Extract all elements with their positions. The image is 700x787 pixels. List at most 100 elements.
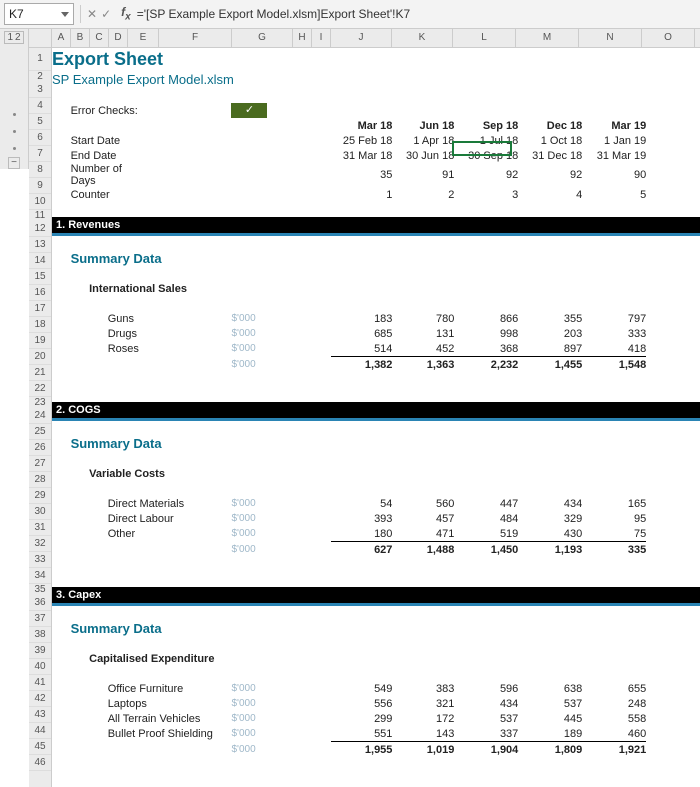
value-cell[interactable]: 95: [582, 511, 646, 526]
dropdown-icon[interactable]: [61, 12, 69, 17]
col-header[interactable]: O: [642, 29, 695, 47]
row-header[interactable]: 32: [29, 536, 51, 552]
value-cell[interactable]: 1,363: [392, 356, 454, 372]
row-header[interactable]: 24: [29, 408, 51, 424]
row-header[interactable]: 26: [29, 440, 51, 456]
value-cell[interactable]: 180: [331, 526, 393, 541]
row-header[interactable]: 25: [29, 424, 51, 440]
value-cell[interactable]: 418: [582, 341, 646, 356]
period-cell[interactable]: 4: [518, 187, 582, 202]
value-cell[interactable]: 75: [582, 526, 646, 541]
period-cell[interactable]: 5: [582, 187, 646, 202]
value-cell[interactable]: 519: [454, 526, 518, 541]
value-cell[interactable]: 143: [392, 726, 454, 741]
period-cell[interactable]: 25 Feb 18: [331, 133, 393, 148]
value-cell[interactable]: 537: [454, 711, 518, 726]
value-cell[interactable]: 131: [392, 326, 454, 341]
value-cell[interactable]: 333: [582, 326, 646, 341]
row-header[interactable]: 27: [29, 456, 51, 472]
formula-text[interactable]: ='[SP Example Export Model.xlsm]Export S…: [137, 7, 696, 21]
value-cell[interactable]: 430: [518, 526, 582, 541]
period-cell[interactable]: 31 Mar 18: [331, 148, 393, 163]
period-cell[interactable]: 91: [392, 163, 454, 187]
row-header[interactable]: 35: [29, 584, 51, 595]
row-header[interactable]: 9: [29, 178, 51, 194]
row-header[interactable]: 5: [29, 114, 51, 130]
period-cell[interactable]: Dec 18: [518, 118, 582, 133]
value-cell[interactable]: 452: [392, 341, 454, 356]
row-header[interactable]: 42: [29, 691, 51, 707]
row-header[interactable]: 11: [29, 210, 51, 221]
value-cell[interactable]: 203: [518, 326, 582, 341]
value-cell[interactable]: 484: [454, 511, 518, 526]
value-cell[interactable]: 1,921: [582, 741, 646, 757]
row-header[interactable]: 4: [29, 98, 51, 114]
value-cell[interactable]: 551: [331, 726, 393, 741]
period-cell[interactable]: 31 Mar 19: [582, 148, 646, 163]
row-header[interactable]: 6: [29, 130, 51, 146]
row-header[interactable]: 46: [29, 755, 51, 771]
value-cell[interactable]: 866: [454, 311, 518, 326]
row-header[interactable]: 18: [29, 317, 51, 333]
row-header[interactable]: 33: [29, 552, 51, 568]
period-cell[interactable]: 1: [331, 187, 393, 202]
row-header[interactable]: 37: [29, 611, 51, 627]
period-cell[interactable]: Sep 18: [454, 118, 518, 133]
col-header[interactable]: D: [109, 29, 128, 47]
row-header[interactable]: 28: [29, 472, 51, 488]
col-header[interactable]: N: [579, 29, 642, 47]
col-header[interactable]: F: [159, 29, 232, 47]
period-cell[interactable]: 1 Apr 18: [392, 133, 454, 148]
value-cell[interactable]: 299: [331, 711, 393, 726]
period-cell[interactable]: 92: [454, 163, 518, 187]
col-header[interactable]: K: [392, 29, 453, 47]
cells[interactable]: Export SheetSP Example Export Model.xlsm…: [52, 48, 700, 787]
period-cell[interactable]: Mar 19: [582, 118, 646, 133]
value-cell[interactable]: 54: [331, 496, 393, 511]
value-cell[interactable]: 434: [518, 496, 582, 511]
period-cell[interactable]: 1 Jul 18: [454, 133, 518, 148]
row-header[interactable]: 7: [29, 146, 51, 162]
row-header[interactable]: 30: [29, 504, 51, 520]
value-cell[interactable]: 1,193: [518, 541, 582, 557]
col-header[interactable]: G: [232, 29, 293, 47]
value-cell[interactable]: 335: [582, 541, 646, 557]
value-cell[interactable]: 549: [331, 681, 393, 696]
row-header[interactable]: 14: [29, 253, 51, 269]
period-cell[interactable]: 2: [392, 187, 454, 202]
col-header[interactable]: J: [331, 29, 392, 47]
row-header[interactable]: 10: [29, 194, 51, 210]
value-cell[interactable]: 471: [392, 526, 454, 541]
period-cell[interactable]: 35: [331, 163, 393, 187]
value-cell[interactable]: 445: [518, 711, 582, 726]
value-cell[interactable]: 1,955: [331, 741, 393, 757]
col-header[interactable]: A: [52, 29, 71, 47]
col-header[interactable]: I: [312, 29, 331, 47]
value-cell[interactable]: 556: [331, 696, 393, 711]
period-cell[interactable]: Jun 18: [392, 118, 454, 133]
period-cell[interactable]: Mar 18: [331, 118, 393, 133]
value-cell[interactable]: 1,904: [454, 741, 518, 757]
value-cell[interactable]: 447: [454, 496, 518, 511]
value-cell[interactable]: 638: [518, 681, 582, 696]
value-cell[interactable]: 460: [582, 726, 646, 741]
value-cell[interactable]: 1,455: [518, 356, 582, 372]
period-cell[interactable]: 1 Jan 19: [582, 133, 646, 148]
value-cell[interactable]: 1,382: [331, 356, 393, 372]
value-cell[interactable]: 172: [392, 711, 454, 726]
value-cell[interactable]: 780: [392, 311, 454, 326]
value-cell[interactable]: 998: [454, 326, 518, 341]
value-cell[interactable]: 1,548: [582, 356, 646, 372]
row-header[interactable]: 8: [29, 162, 51, 178]
col-header[interactable]: C: [90, 29, 109, 47]
col-header[interactable]: H: [293, 29, 312, 47]
value-cell[interactable]: 558: [582, 711, 646, 726]
row-header[interactable]: 41: [29, 675, 51, 691]
period-cell[interactable]: 1 Oct 18: [518, 133, 582, 148]
col-header[interactable]: M: [516, 29, 579, 47]
value-cell[interactable]: 368: [454, 341, 518, 356]
value-cell[interactable]: 655: [582, 681, 646, 696]
row-header[interactable]: 15: [29, 269, 51, 285]
row-header[interactable]: 22: [29, 381, 51, 397]
value-cell[interactable]: 355: [518, 311, 582, 326]
